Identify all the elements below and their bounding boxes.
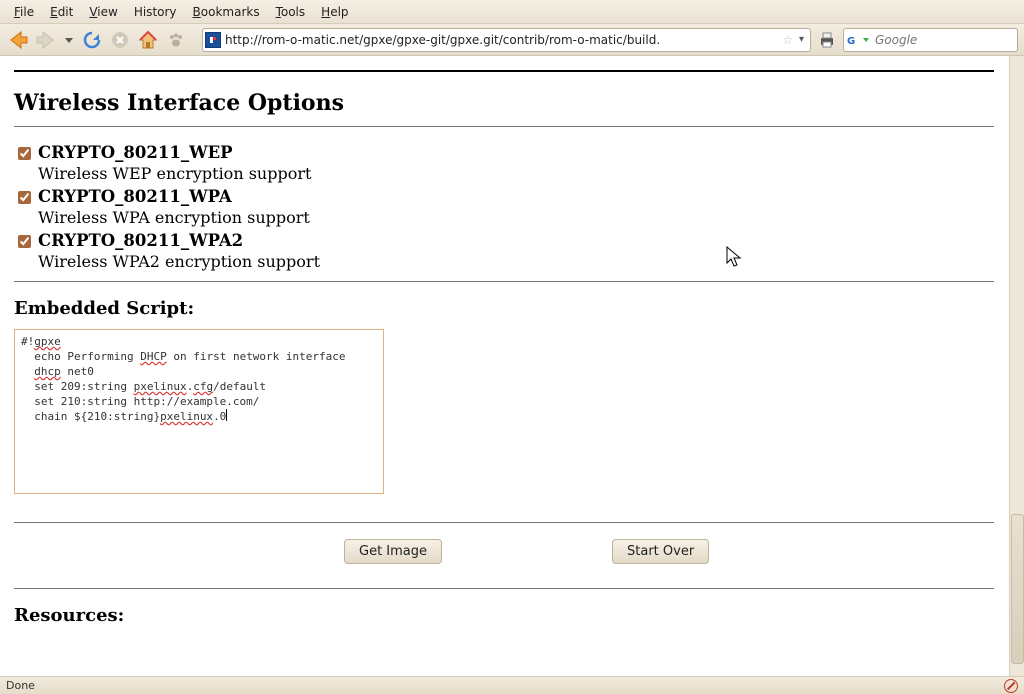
start-over-button[interactable]: Start Over [612,539,709,564]
option-checkbox-wpa[interactable] [18,191,31,204]
menu-view-label: iew [97,5,118,19]
menu-file-label: ile [20,5,34,19]
page-content: Wireless Interface Options CRYPTO_80211_… [0,56,1009,676]
content-viewport: Wireless Interface Options CRYPTO_80211_… [0,56,1024,676]
search-engine-selector[interactable]: G [847,33,872,47]
home-button[interactable] [136,28,160,52]
menu-history-label: History [134,5,177,19]
recent-pages-dropdown[interactable] [62,28,76,52]
text-cursor [226,409,227,421]
noscript-icon[interactable] [1004,679,1018,693]
button-row: Get Image Start Over [344,539,1009,564]
scrollbar-thumb[interactable] [1011,514,1024,664]
menu-edit[interactable]: Edit [42,3,81,21]
section-heading-script: Embedded Script: [14,298,1009,319]
divider [14,126,994,127]
option-row: CRYPTO_80211_WPA Wireless WPA encryption… [14,187,1009,227]
menu-history[interactable]: History [126,3,185,21]
divider [14,522,994,523]
url-bar: ☆ ▾ [202,28,811,52]
option-label: CRYPTO_80211_WPA2 [38,231,320,250]
bookmark-star-icon[interactable]: ☆ [780,33,795,47]
toolbar: ☆ ▾ G [0,24,1024,56]
site-favicon [205,32,221,48]
option-label: CRYPTO_80211_WPA [38,187,310,206]
divider [14,588,994,589]
paw-icon[interactable] [164,28,188,52]
reload-button[interactable] [80,28,104,52]
search-input[interactable] [872,33,1024,47]
menu-help[interactable]: Help [313,3,356,21]
menu-help-label: elp [330,5,348,19]
stop-button[interactable] [108,28,132,52]
print-button[interactable] [815,28,839,52]
option-checkbox-wpa2[interactable] [18,235,31,248]
divider [14,70,994,72]
option-checkbox-wep[interactable] [18,147,31,160]
menu-tools[interactable]: Tools [268,3,314,21]
option-row: CRYPTO_80211_WPA2 Wireless WPA2 encrypti… [14,231,1009,271]
section-heading-resources: Resources: [14,605,1009,626]
menu-file[interactable]: File [6,3,42,21]
vertical-scrollbar[interactable] [1009,56,1024,676]
divider [14,281,994,282]
url-dropdown-icon[interactable]: ▾ [795,34,808,45]
option-row: CRYPTO_80211_WEP Wireless WEP encryption… [14,143,1009,183]
option-list: CRYPTO_80211_WEP Wireless WEP encryption… [14,143,1009,271]
option-desc: Wireless WPA2 encryption support [38,252,320,271]
embedded-script-textarea[interactable]: #!gpxe echo Performing DHCP on first net… [14,329,384,494]
forward-button[interactable] [34,28,58,52]
get-image-button[interactable]: Get Image [344,539,442,564]
search-bar: G [843,28,1018,52]
back-button[interactable] [6,28,30,52]
option-label: CRYPTO_80211_WEP [38,143,311,162]
option-desc: Wireless WEP encryption support [38,164,311,183]
menu-view[interactable]: View [81,3,125,21]
menu-edit-label: dit [58,5,74,19]
menu-bookmarks[interactable]: Bookmarks [185,3,268,21]
option-desc: Wireless WPA encryption support [38,208,310,227]
status-text: Done [6,679,35,692]
svg-text:G: G [847,36,855,47]
url-input[interactable] [221,33,780,47]
menu-bookmarks-label: ookmarks [201,5,260,19]
status-bar: Done [0,676,1024,694]
menu-tools-label: ools [281,5,305,19]
section-heading-wireless: Wireless Interface Options [14,90,1009,116]
menubar: File Edit View History Bookmarks Tools H… [0,0,1024,24]
